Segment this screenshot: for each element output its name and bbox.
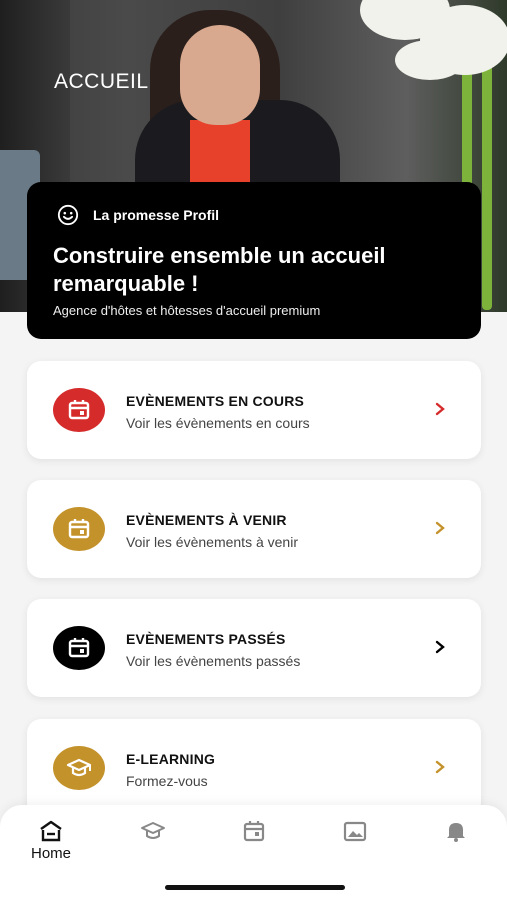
chevron-right-icon bbox=[435, 640, 445, 654]
flower-decoration bbox=[395, 40, 465, 80]
card-title: EVÈNEMENTS À VENIR bbox=[126, 512, 287, 528]
card-title: E-LEARNING bbox=[126, 751, 216, 767]
card-events-upcoming[interactable]: EVÈNEMENTS À VENIR Voir les évènements à… bbox=[27, 480, 481, 578]
tab-gallery[interactable] bbox=[325, 819, 385, 843]
graduation-cap-icon bbox=[53, 746, 105, 790]
home-icon bbox=[40, 820, 62, 842]
chevron-right-icon bbox=[435, 402, 445, 416]
tab-elearning[interactable] bbox=[123, 819, 183, 843]
image-icon bbox=[343, 821, 367, 842]
card-title: EVÈNEMENTS PASSÉS bbox=[126, 631, 286, 647]
promise-card: La promesse Profil Construire ensemble u… bbox=[27, 182, 481, 339]
card-elearning[interactable]: E-LEARNING Formez-vous bbox=[27, 719, 481, 817]
smile-icon bbox=[57, 204, 79, 226]
card-events-past[interactable]: EVÈNEMENTS PASSÉS Voir les évènements pa… bbox=[27, 599, 481, 697]
promise-subtitle: Agence d'hôtes et hôtesses d'accueil pre… bbox=[53, 303, 321, 318]
calendar-icon bbox=[53, 626, 105, 670]
calendar-icon bbox=[243, 821, 265, 842]
hero-photo bbox=[180, 25, 260, 125]
flower-decoration bbox=[482, 40, 492, 310]
promise-header: La promesse Profil bbox=[57, 204, 219, 226]
promise-title: Construire ensemble un accueil remarquab… bbox=[53, 243, 386, 296]
promise-heading: La promesse Profil bbox=[93, 207, 220, 223]
chevron-right-icon bbox=[435, 760, 445, 774]
home-indicator bbox=[165, 885, 345, 890]
bell-icon bbox=[447, 823, 465, 842]
card-subtitle: Voir les évènements à venir bbox=[126, 534, 298, 550]
card-title: EVÈNEMENTS EN COURS bbox=[126, 393, 305, 409]
calendar-icon bbox=[53, 507, 105, 551]
tab-label: Home bbox=[30, 845, 71, 862]
card-events-current[interactable]: EVÈNEMENTS EN COURS Voir les évènements … bbox=[27, 361, 481, 459]
tab-notifications[interactable] bbox=[426, 819, 486, 843]
calendar-icon bbox=[53, 388, 105, 432]
graduation-cap-icon bbox=[141, 822, 165, 839]
tab-home[interactable]: Home bbox=[21, 819, 81, 862]
card-subtitle: Voir les évènements passés bbox=[126, 653, 301, 669]
card-subtitle: Formez-vous bbox=[126, 773, 208, 789]
chevron-right-icon bbox=[435, 521, 445, 535]
page-title: ACCUEIL bbox=[54, 70, 149, 93]
tab-calendar[interactable] bbox=[224, 819, 284, 843]
card-subtitle: Voir les évènements en cours bbox=[126, 415, 310, 431]
